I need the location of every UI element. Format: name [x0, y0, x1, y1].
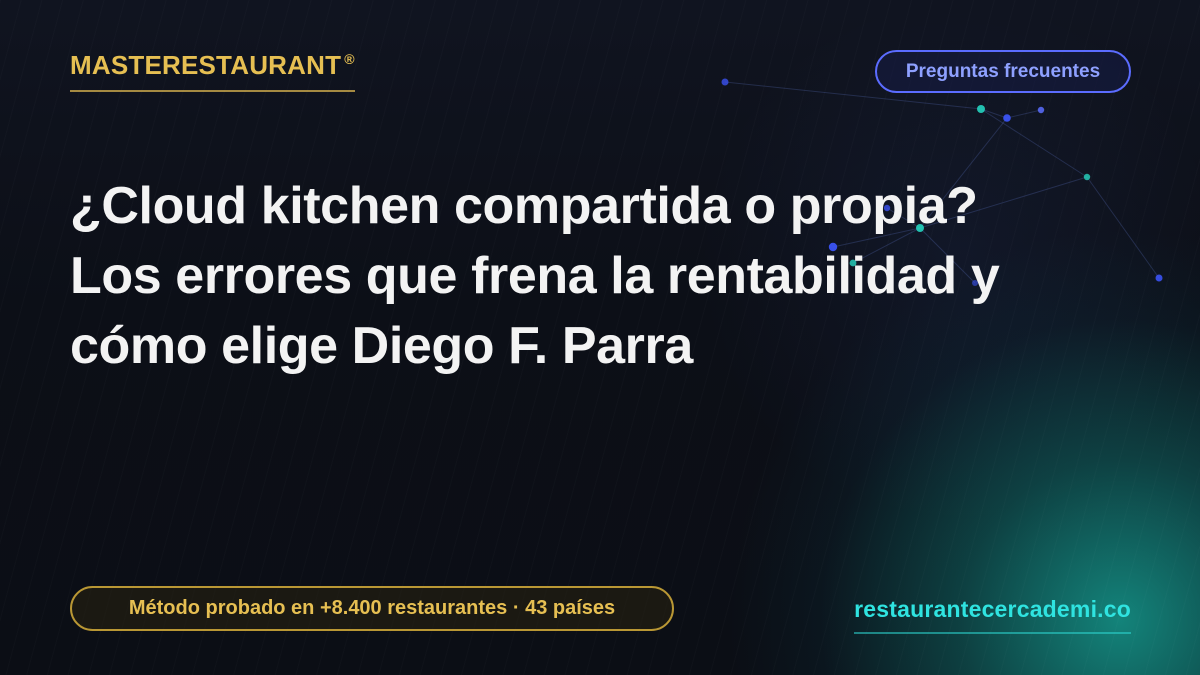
registered-mark: ®	[344, 51, 355, 68]
site-link-label: restaurantecercademi.co	[854, 596, 1131, 622]
headline-line-3: cómo elige Diego F. Parra	[70, 317, 693, 375]
method-badge: Método probado en +8.400 restaurantes · …	[70, 586, 674, 631]
brand-logo: MASTERESTAURANT ®	[70, 52, 355, 92]
faq-button[interactable]: Preguntas frecuentes	[875, 50, 1131, 93]
method-badge-label: Método probado en +8.400 restaurantes · …	[128, 597, 616, 619]
site-link[interactable]: restaurantecercademi.co	[854, 598, 1131, 634]
headline-line-1: ¿Cloud kitchen compartida o propia?	[70, 177, 978, 235]
brand-name: MASTERESTAURANT	[70, 50, 342, 80]
headline-line-2: Los errores que frena la rentabilidad y	[70, 247, 1000, 305]
faq-button-label: Preguntas frecuentes	[905, 60, 1101, 82]
headline: ¿Cloud kitchen compartida o propia? Los …	[70, 171, 1150, 381]
